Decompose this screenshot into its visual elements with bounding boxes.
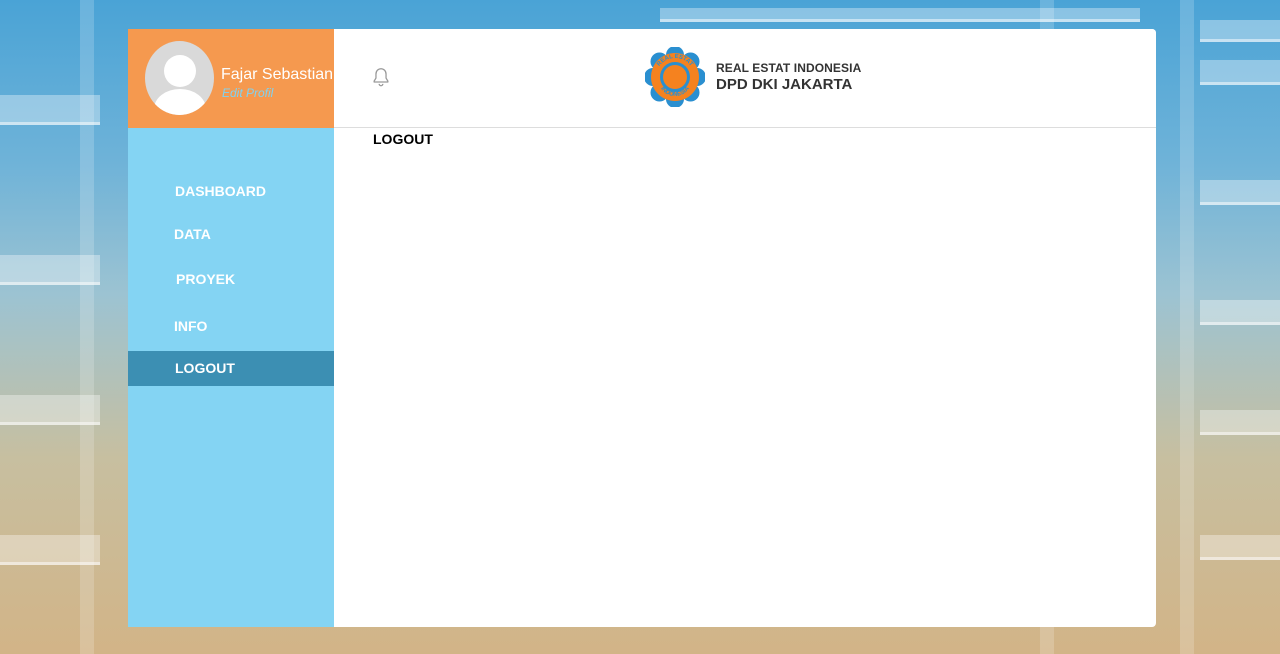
sidebar-item-logout[interactable]: LOGOUT	[128, 351, 334, 386]
profile-name: Fajar Sebastian	[221, 66, 334, 83]
sidebar-item-label: LOGOUT	[175, 360, 235, 376]
logo-title: REAL ESTAT INDONESIA	[716, 61, 862, 75]
user-avatar-icon[interactable]	[145, 41, 214, 115]
edit-profile-link[interactable]: Edit Profil	[222, 86, 273, 100]
rei-logo-icon: REAL ESTAT INDONESIA	[645, 47, 705, 107]
sidebar-item-info[interactable]: INFO	[128, 309, 334, 344]
sidebar-item-dashboard[interactable]: DASHBOARD	[128, 174, 334, 209]
sidebar-item-proyek[interactable]: PROYEK	[128, 262, 334, 297]
sidebar: Fajar Sebastian Edit Profil DASHBOARD DA…	[128, 29, 334, 627]
profile-panel: Fajar Sebastian Edit Profil	[128, 29, 334, 128]
sidebar-item-data[interactable]: DATA	[128, 217, 334, 252]
sidebar-item-label: DATA	[174, 226, 211, 242]
logo-subtitle: DPD DKI JAKARTA	[716, 76, 853, 93]
page-title: LOGOUT	[373, 131, 433, 147]
app-window: Fajar Sebastian Edit Profil DASHBOARD DA…	[128, 29, 1156, 627]
top-bar: REAL ESTAT INDONESIA REAL ESTAT INDONESI…	[334, 29, 1156, 128]
bell-icon[interactable]	[370, 66, 392, 88]
sidebar-item-label: PROYEK	[176, 271, 236, 287]
sidebar-item-label: DASHBOARD	[175, 183, 266, 199]
sidebar-item-label: INFO	[174, 318, 208, 334]
